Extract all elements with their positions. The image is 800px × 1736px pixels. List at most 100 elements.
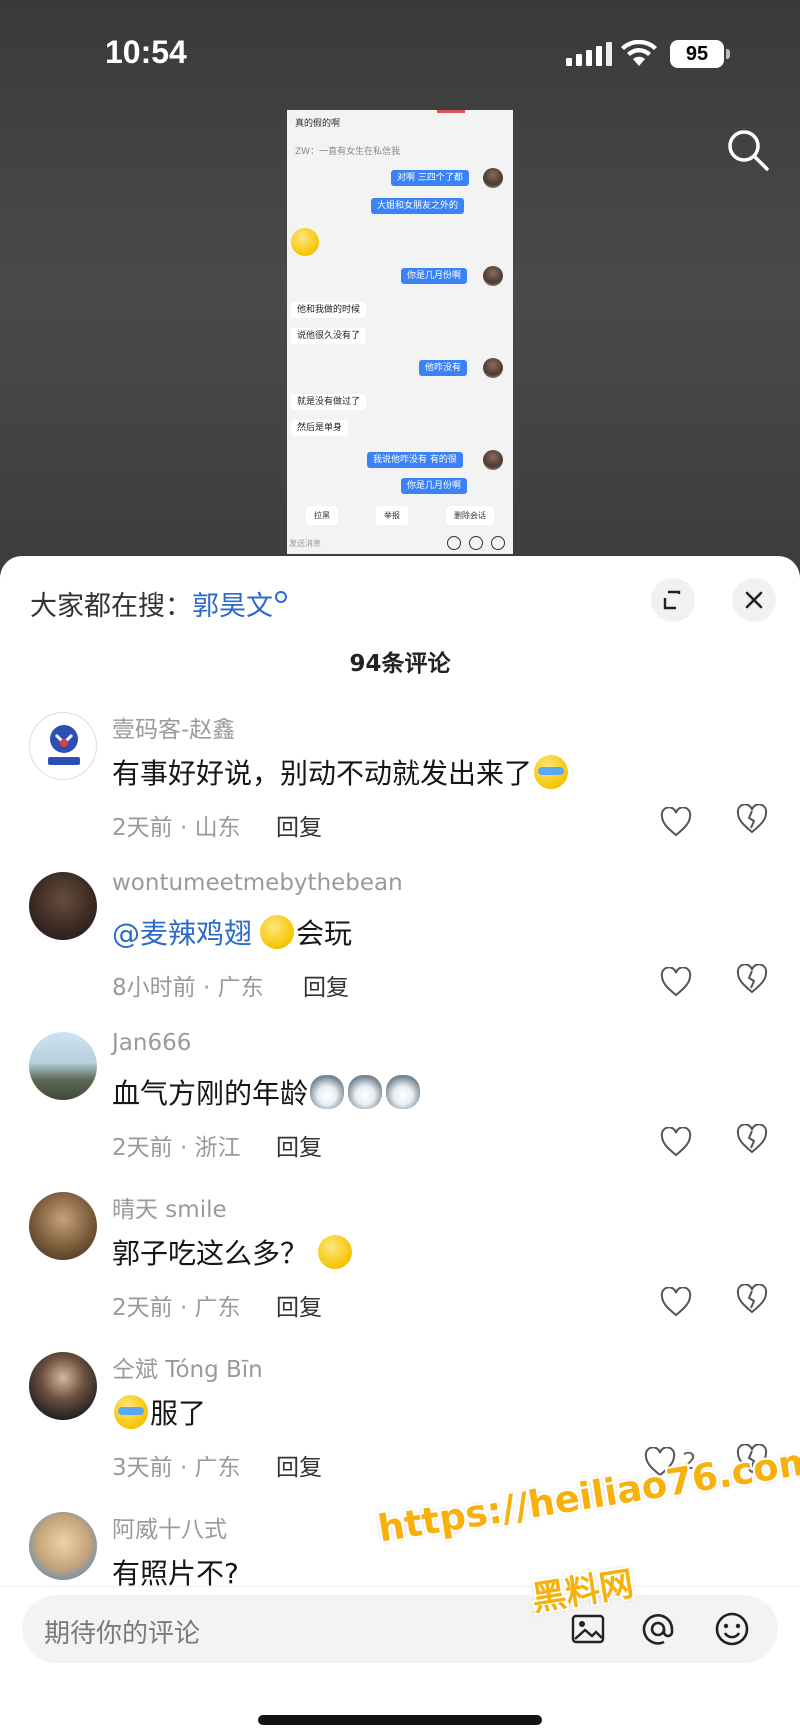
image-icon[interactable] bbox=[568, 1609, 608, 1649]
emoji-icon[interactable] bbox=[712, 1609, 752, 1649]
chat-screenshot: 真的假的啊 ZW：一直有女生在私信我 对啊 三四个了都 大姐和女朋友之外的 你是… bbox=[287, 110, 513, 554]
comment-text: 有事好好说，别动不动就发出来了 bbox=[112, 752, 570, 792]
at-mention-icon[interactable] bbox=[638, 1609, 678, 1649]
chat-block-button: 拉黑 bbox=[306, 505, 338, 525]
comment-input[interactable]: 期待你的评论 bbox=[22, 1595, 778, 1663]
comment-meta: 2天前 · 山东 bbox=[112, 815, 241, 841]
dislike-button[interactable] bbox=[736, 963, 772, 1000]
like-button[interactable] bbox=[660, 1284, 692, 1320]
comment-body: 郭子吃这么多？ bbox=[112, 1237, 309, 1270]
broken-heart-icon bbox=[736, 1123, 768, 1154]
reply-button[interactable]: 回复 bbox=[303, 968, 349, 1002]
comment-author[interactable]: wontumeetmebythebean bbox=[112, 870, 403, 896]
hot-search[interactable]: 大家都在搜：郭昊文 bbox=[30, 584, 287, 623]
battery-indicator: 95 bbox=[670, 40, 724, 68]
flushed-emoji-icon bbox=[318, 1235, 353, 1269]
chat-message: 他和我做的时候 bbox=[291, 302, 367, 318]
plus-icon bbox=[491, 536, 505, 550]
comment-text: @麦辣鸡翅 会玩 bbox=[112, 912, 352, 952]
chat-system-message: ZW：一直有女生在私信我 bbox=[295, 147, 401, 157]
hot-search-prefix: 大家都在搜： bbox=[30, 591, 192, 622]
comment-body: 有事好好说，别动不动就发出来了 bbox=[112, 757, 533, 790]
avatar[interactable] bbox=[29, 712, 97, 780]
chat-message: 真的假的啊 bbox=[295, 119, 341, 129]
comment-input-bar: 期待你的评论 bbox=[0, 1586, 800, 1736]
like-button[interactable] bbox=[660, 964, 692, 1000]
avatar[interactable] bbox=[29, 1192, 97, 1260]
avatar[interactable] bbox=[29, 872, 97, 940]
comment-item: 壹码客-赵鑫 有事好好说，别动不动就发出来了 2天前 · 山东 回复 bbox=[0, 712, 800, 862]
like-button[interactable] bbox=[660, 1124, 692, 1160]
broken-heart-icon bbox=[736, 1283, 768, 1314]
search-icon[interactable] bbox=[726, 128, 770, 172]
broken-heart-icon bbox=[736, 963, 768, 994]
emoji-icon bbox=[469, 536, 483, 550]
chat-avatar bbox=[483, 168, 503, 188]
comment-author[interactable]: 阿威十八式 bbox=[112, 1510, 227, 1544]
comment-text: 血气方刚的年龄 bbox=[112, 1072, 422, 1112]
comment-input-placeholder: 期待你的评论 bbox=[44, 1619, 201, 1649]
video-area[interactable]: 10:54 95 真的假的啊 ZW：一直有女生在私信我 对啊 三四个了都 大姐和… bbox=[0, 0, 800, 580]
chat-message: 就是没有做过了 bbox=[291, 394, 367, 410]
heart-icon bbox=[660, 807, 692, 837]
comment-item: Jan666 血气方刚的年龄 2天前 · 浙江 回复 bbox=[0, 1030, 800, 1182]
expand-button[interactable] bbox=[651, 578, 695, 622]
heart-icon bbox=[660, 1287, 692, 1317]
husky-emoji-icon bbox=[348, 1075, 383, 1109]
chat-message: 你是几月份啊 bbox=[401, 478, 468, 494]
chat-input: 发送消息 bbox=[287, 532, 513, 554]
savoring-emoji-icon bbox=[260, 915, 295, 949]
dislike-button[interactable] bbox=[736, 1283, 772, 1320]
chat-message: 你是几月份啊 bbox=[401, 268, 468, 284]
comment-count: 94条评论 bbox=[349, 651, 451, 677]
status-bar: 10:54 95 bbox=[0, 0, 800, 110]
wifi-icon bbox=[621, 40, 657, 66]
heart-icon bbox=[660, 967, 692, 997]
chat-avatar bbox=[483, 450, 503, 470]
mention-link[interactable]: @麦辣鸡翅 bbox=[112, 912, 252, 952]
reply-button[interactable]: 回复 bbox=[276, 1128, 322, 1162]
avatar[interactable] bbox=[29, 1512, 97, 1580]
chat-message: 大姐和女朋友之外的 bbox=[371, 198, 465, 214]
cellular-signal-icon bbox=[566, 42, 612, 66]
husky-emoji-icon bbox=[310, 1075, 345, 1109]
comment-meta: 2天前 · 浙江 bbox=[112, 1135, 241, 1161]
comment-author[interactable]: Jan666 bbox=[112, 1030, 191, 1056]
battery-tip bbox=[726, 49, 730, 59]
close-button[interactable] bbox=[732, 578, 776, 622]
chat-input-icons bbox=[447, 536, 505, 550]
reply-button[interactable]: 回复 bbox=[276, 1288, 322, 1322]
avatar[interactable] bbox=[29, 1032, 97, 1100]
chat-action-bar: 拉黑 举报 删除会话 bbox=[287, 502, 513, 528]
dislike-button[interactable] bbox=[736, 1123, 772, 1160]
broken-heart-icon bbox=[736, 803, 768, 834]
dislike-button[interactable] bbox=[736, 803, 772, 840]
comment-meta: 8小时前 · 广东 bbox=[112, 975, 264, 1001]
brand-logo-icon bbox=[48, 725, 80, 765]
close-icon bbox=[745, 591, 763, 609]
home-indicator[interactable] bbox=[258, 1715, 542, 1725]
chat-message: 他咋没有 bbox=[419, 360, 468, 376]
comment-body: 服了 bbox=[150, 1397, 207, 1430]
comment-author[interactable]: 壹码客-赵鑫 bbox=[112, 710, 235, 744]
husky-emoji-icon bbox=[386, 1075, 421, 1109]
crying-laugh-emoji-icon bbox=[534, 755, 569, 789]
search-icon bbox=[275, 591, 287, 603]
chat-input-placeholder: 发送消息 bbox=[289, 538, 321, 548]
comment-author[interactable]: 仝斌 Tóng Bīn bbox=[112, 1350, 263, 1384]
comment-meta: 3天前 · 广东 bbox=[112, 1455, 241, 1481]
comment-author[interactable]: 晴天 smile bbox=[112, 1190, 227, 1224]
hot-search-term[interactable]: 郭昊文 bbox=[192, 591, 273, 622]
comment-body: 血气方刚的年龄 bbox=[112, 1077, 309, 1110]
chat-message: 我说他咋没有 有的很 bbox=[367, 452, 463, 468]
avatar[interactable] bbox=[29, 1352, 97, 1420]
comment-item: wontumeetmebythebean @麦辣鸡翅 会玩 8小时前 · 广东 回… bbox=[0, 870, 800, 1022]
crying-laugh-emoji-icon bbox=[114, 1395, 148, 1429]
like-button[interactable] bbox=[660, 804, 692, 840]
chat-avatar bbox=[483, 266, 503, 286]
comment-text: 服了 bbox=[112, 1392, 206, 1432]
heart-icon bbox=[660, 1127, 692, 1157]
reply-button[interactable]: 回复 bbox=[276, 1448, 322, 1482]
reply-button[interactable]: 回复 bbox=[276, 808, 322, 842]
chat-emoji-icon bbox=[291, 228, 319, 256]
